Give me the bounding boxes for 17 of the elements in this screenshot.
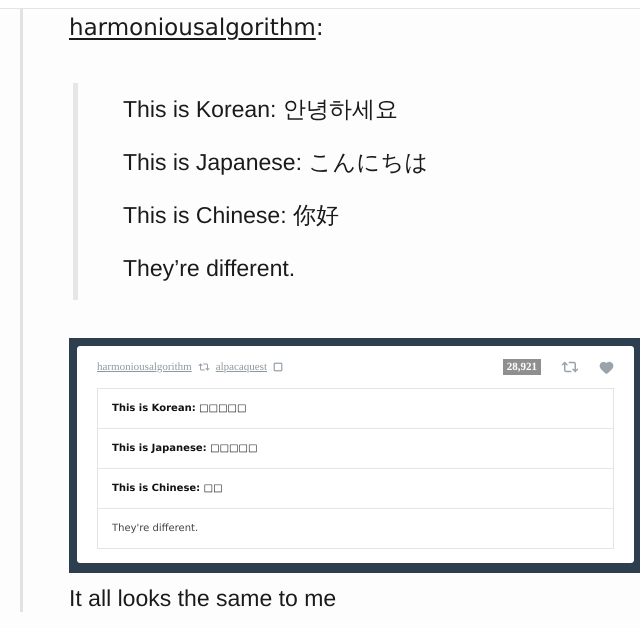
author-link[interactable]: harmoniousalgorithm [69,15,316,41]
quote-line: This is Korean: 안녕하세요 [123,95,399,124]
caption: It all looks the same to me [69,585,338,612]
author-colon: : [316,15,324,41]
notes-count: 28,921 [502,359,541,375]
quote-line: They’re different. [123,254,296,283]
heart-icon[interactable] [599,360,614,374]
post-line: They're different. [98,508,613,548]
author-link[interactable]: harmoniousalgorithm [97,361,192,373]
quote-line: This is Japanese: こんにちは [123,148,430,177]
square-icon [273,362,284,372]
quote-line: This is Chinese: 你好 [123,201,340,230]
post-line: This is Korean: □□□□□ [111,402,248,416]
source-link[interactable]: alpacaquest [216,361,268,373]
post-line: This is Chinese: □□ [98,468,613,508]
reblog-icon [198,361,210,373]
post-line: This is Japanese: □□□□□ [98,428,613,468]
